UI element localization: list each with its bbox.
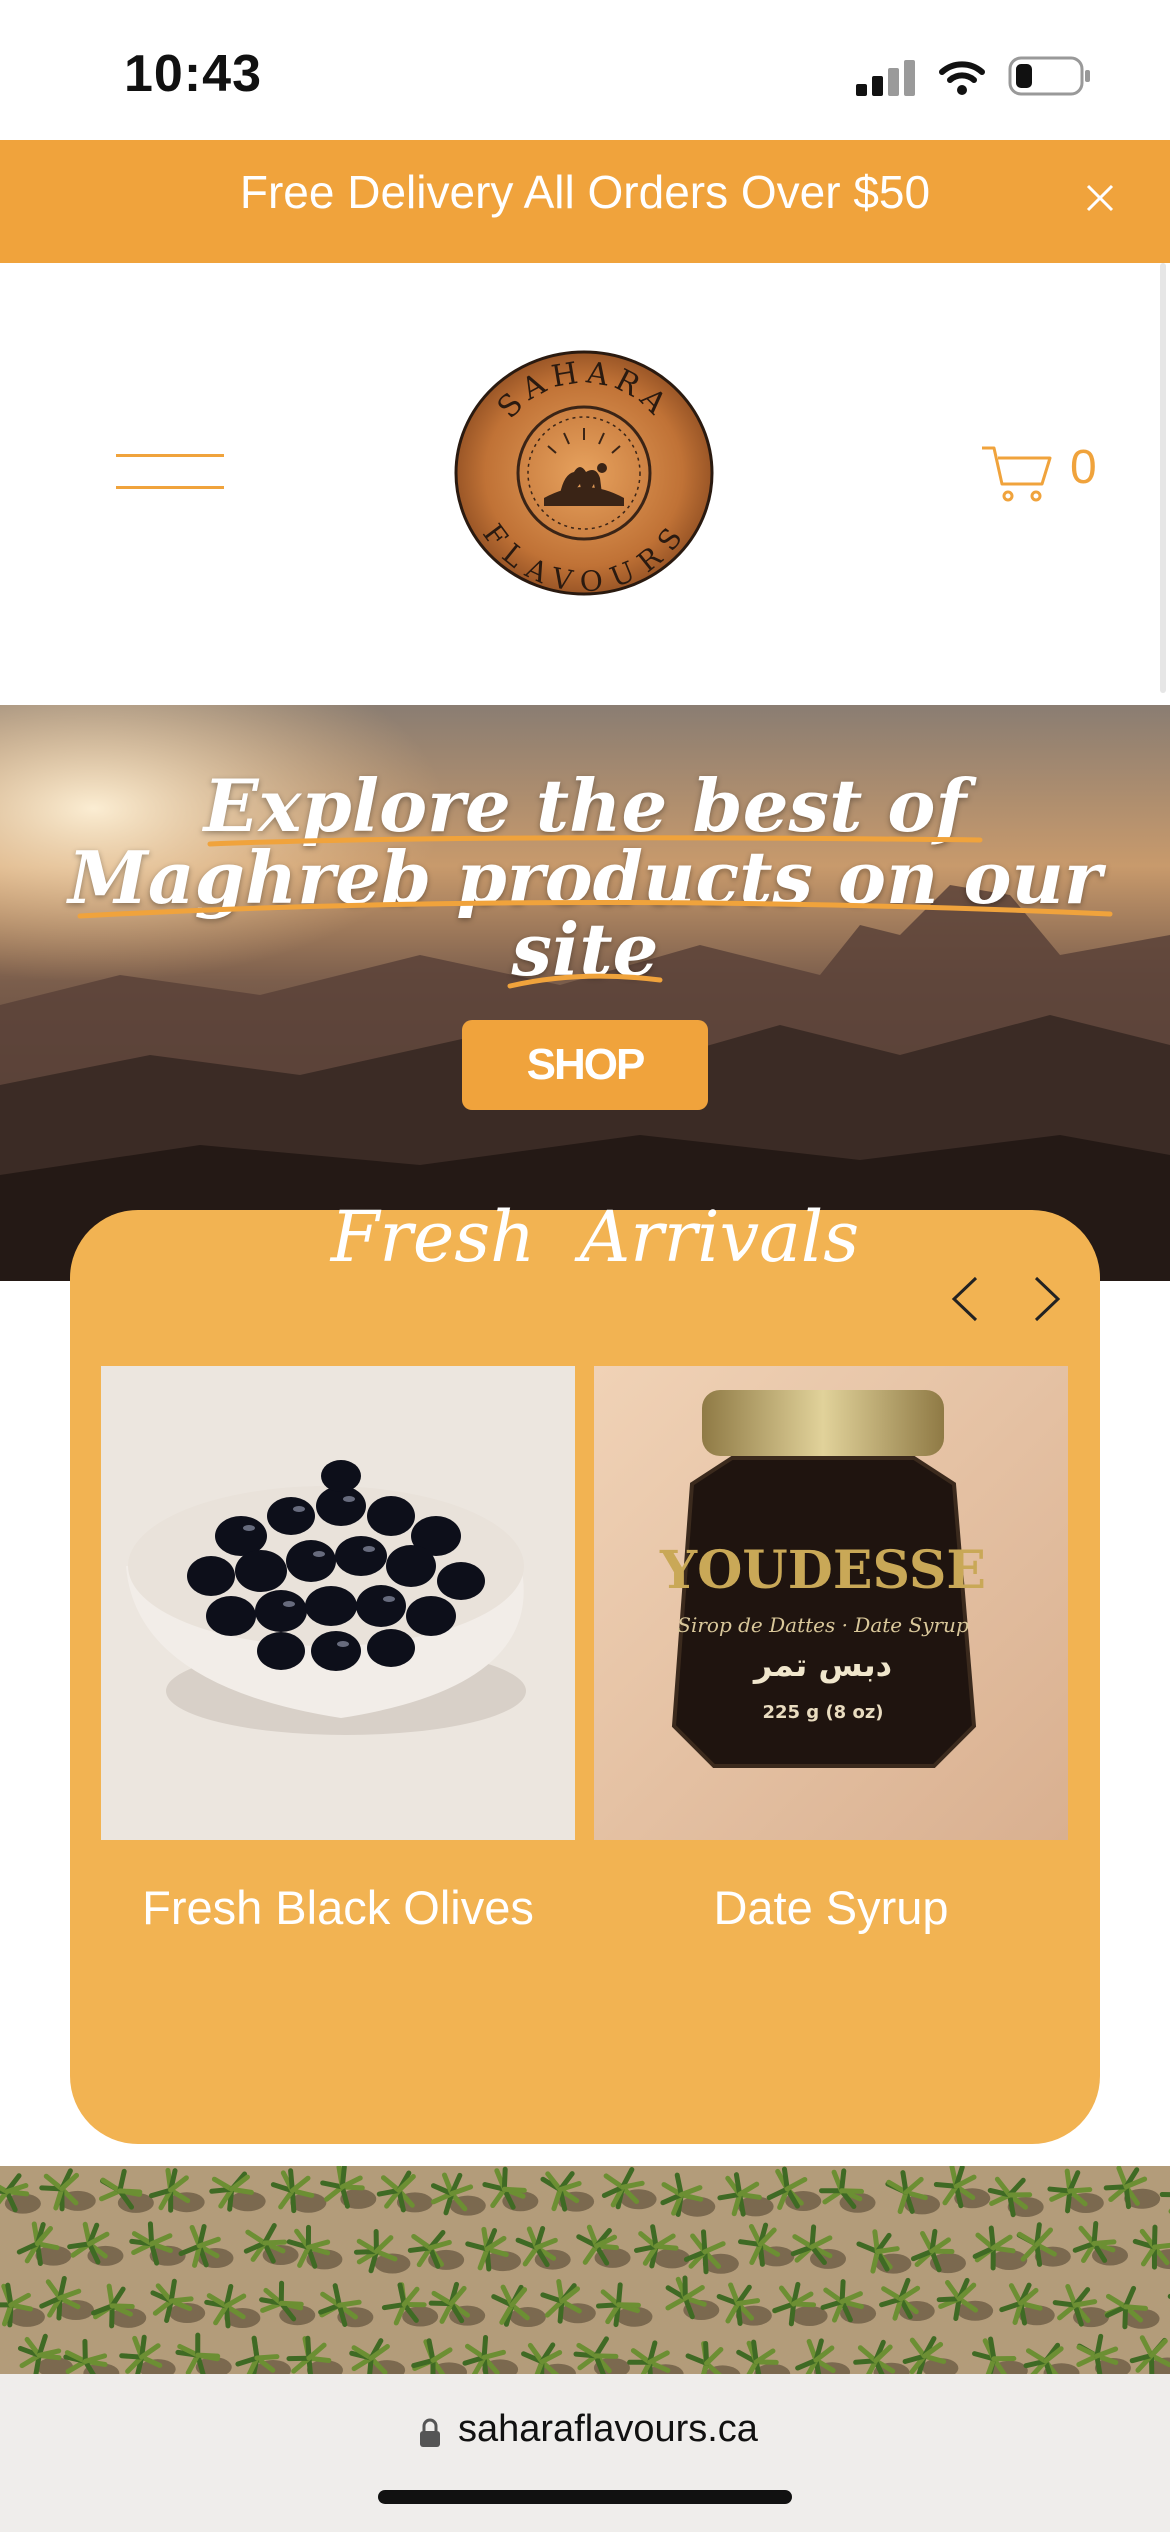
palm-grove-image <box>0 2166 1170 2376</box>
shop-button[interactable]: SHOP <box>462 1020 708 1110</box>
signal-icon <box>856 58 916 96</box>
wifi-icon <box>939 61 985 95</box>
fresh-arrivals-title: Fresh Arrivals <box>330 1196 860 1278</box>
hamburger-menu-icon[interactable] <box>116 452 224 492</box>
browser-address-bar <box>0 2374 1170 2532</box>
cart-icon[interactable] <box>980 444 1054 504</box>
svg-text:YOUDESSE: YOUDESSE <box>659 1540 986 1601</box>
chevron-right-icon[interactable] <box>1032 1276 1062 1322</box>
palm-trees-aerial-image <box>0 2166 1170 2376</box>
product-name-black-olives[interactable]: Fresh Black Olives <box>101 1880 575 1935</box>
olive-bowl-image <box>101 1366 575 1840</box>
svg-text:Sirop de Dattes · Date Syrup: Sirop de Dattes · Date Syrup <box>677 1613 969 1637</box>
product-name-date-syrup[interactable]: Date Syrup <box>594 1880 1068 1935</box>
lock-icon <box>420 2418 440 2447</box>
promo-text: Free Delivery All Orders Over $50 <box>239 166 931 218</box>
scrollbar[interactable] <box>1160 263 1166 693</box>
promo-banner: Free Delivery All Orders Over $50 <box>0 140 1170 263</box>
status-time: 10:43 <box>124 45 262 103</box>
battery-icon <box>1008 56 1090 96</box>
svg-text:دبس تمر: دبس تمر <box>752 1646 892 1684</box>
cart-count[interactable]: 0 <box>1070 440 1097 495</box>
home-indicator[interactable] <box>378 2490 792 2504</box>
sahara-flavours-logo[interactable]: SAHARA FLAVOURS <box>452 348 716 598</box>
product-image-date-syrup[interactable]: YOUDESSE Sirop de Dattes · Date Syrup دب… <box>594 1366 1068 1840</box>
product-image-black-olives[interactable] <box>101 1366 575 1840</box>
url-text[interactable]: saharaflavours.ca <box>458 2408 758 2451</box>
close-icon[interactable] <box>1078 176 1122 220</box>
svg-text:225 g (8 oz): 225 g (8 oz) <box>762 1702 883 1723</box>
date-syrup-jar-image: YOUDESSE Sirop de Dattes · Date Syrup دب… <box>594 1366 1068 1840</box>
hero-underline-decoration <box>77 835 1113 989</box>
chevron-left-icon[interactable] <box>950 1276 980 1322</box>
